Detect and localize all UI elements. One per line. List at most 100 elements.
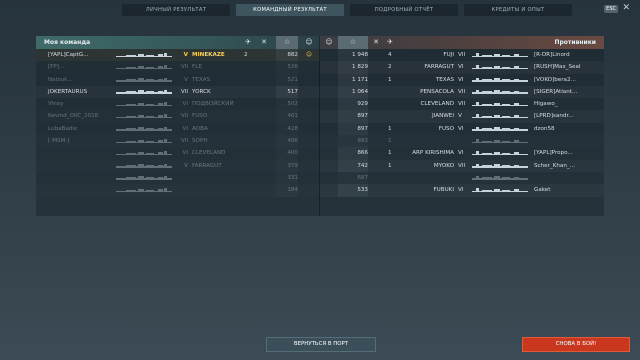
tab-detailed-report[interactable]: ПОДРОБНЫЙ ОТЧЁТ (350, 4, 458, 16)
ship-name: MINEKAZE (192, 52, 225, 58)
ship-name: YORCK (192, 88, 211, 95)
player-name: [VOKO]bera2... (534, 76, 576, 83)
table-row[interactable]: 883 1 (320, 135, 604, 148)
score-value: 400 (276, 147, 298, 160)
ship-silhouette-icon (472, 188, 528, 193)
table-row[interactable]: VI CLEVELAND 400 (36, 147, 320, 160)
kills-icon[interactable]: ✕ (370, 36, 382, 49)
ship-name: CLEVELAND (192, 150, 226, 157)
kills-value: 1 (388, 125, 392, 132)
ship-name: TEXAS (192, 76, 211, 83)
ship-silhouette-icon (116, 102, 172, 107)
player-name: dzon58 (534, 125, 555, 132)
score-value: 882 (276, 49, 298, 62)
rating-icon[interactable]: ☺ (302, 36, 316, 49)
player-name: [LPRD]sandr... (534, 113, 574, 120)
ship-silhouette-icon (472, 139, 528, 144)
kills-value: 1 (388, 150, 392, 157)
score-value: 461 (276, 110, 298, 123)
ship-tier: VI (458, 150, 464, 157)
table-row[interactable]: Vinoy VI ПОДВОЙСКИЙ 502 (36, 98, 320, 111)
score-value: 533 (338, 184, 368, 197)
ship-name: TEXAS (435, 76, 454, 83)
kills-icon[interactable]: ✕ (258, 36, 270, 49)
ship-silhouette-icon (116, 175, 172, 180)
table-row[interactable]: 742 1 MYOKO VII Scher_Khan_... (320, 159, 604, 172)
player-name: LubaBadix (48, 125, 78, 132)
table-row[interactable]: 897 1 FUSO VI dzon58 (320, 122, 604, 136)
ship-silhouette-icon (116, 114, 172, 119)
ship-name: FUSO (192, 113, 208, 120)
ship-name: FUSO (438, 125, 454, 132)
ship-tier: V (183, 52, 188, 58)
table-row[interactable]: 1 064 PENSACOLA VII [SIGER]Atlant... (320, 85, 604, 99)
ship-tier: VII (180, 88, 188, 95)
ship-silhouette-icon (116, 53, 172, 57)
table-row[interactable]: 929 CLEVELAND VII Higawo_ (320, 98, 604, 111)
tab-personal-result[interactable]: ЛИЧНЫЙ РЕЗУЛЬТАТ (122, 4, 230, 16)
kills-value: 2 (244, 52, 248, 58)
score-value: 517 (276, 85, 298, 99)
battle-again-button[interactable]: СНОВА В БОЙ! (522, 337, 630, 352)
player-name: Higawo_ (534, 101, 558, 108)
ship-name: FARRAGUT (424, 64, 454, 71)
ship-name: FUJI (443, 52, 454, 58)
ship-name: FUBUKI (433, 187, 454, 194)
enemy-team-title: Противники (554, 39, 596, 46)
ship-name: FARRAGUT (192, 162, 222, 169)
enemy-team-panel: ☺ ☆ ✕ ✈ Противники 1 948 4 FUJI VII [R-DR]Li… (320, 36, 604, 216)
ship-tier: V (184, 76, 188, 83)
table-row[interactable]: JOKERTAURUS VII YORCK 517 (36, 85, 320, 99)
player-name: [-MSM-] (48, 138, 70, 145)
esc-hint: ESC (604, 5, 618, 13)
table-row[interactable]: 1 948 4 FUJI VII [R-DR]Linord (320, 49, 604, 62)
kills-value: 1 (388, 162, 392, 169)
table-row[interactable]: 331 (36, 171, 320, 185)
table-row[interactable]: 184 (36, 184, 320, 197)
ship-tier: VII (458, 88, 466, 95)
table-row[interactable]: 687 (320, 171, 604, 185)
rating-icon[interactable]: ☺ (322, 36, 336, 49)
score-star-icon[interactable]: ☆ (338, 36, 368, 49)
ship-tier: VI (182, 125, 188, 132)
table-row[interactable]: 1 171 1 TEXAS VI [VOKO]bera2... (320, 73, 604, 86)
score-value: 428 (276, 122, 298, 136)
ship-silhouette-icon (116, 77, 172, 82)
table-row[interactable]: 533 FUBUKI VI Gaket (320, 184, 604, 197)
player-name: [SIGER]Atlant... (534, 88, 578, 95)
table-row[interactable]: V FARRAGUT 379 (36, 159, 320, 172)
score-value: 929 (338, 98, 368, 111)
table-row[interactable]: Natsuk... V TEXAS 521 (36, 73, 320, 86)
score-value: 1 829 (338, 61, 368, 74)
tab-bar: ЛИЧНЫЙ РЕЗУЛЬТАТ КОМАНДНЫЙ РЕЗУЛЬТАТ ПОД… (122, 4, 578, 16)
close-icon[interactable]: ✕ (622, 3, 630, 13)
ship-name: JIANWEI (431, 113, 454, 120)
player-name: [RUSH]Max_Seal (534, 64, 581, 71)
plane-icon[interactable]: ✈ (242, 36, 254, 49)
table-row[interactable]: [FP]... VII FLE 536 (36, 61, 320, 74)
plane-icon[interactable]: ✈ (384, 36, 396, 49)
table-row[interactable]: 1 829 2 FARRAGUT VI [RUSH]Max_Seal (320, 61, 604, 74)
ship-silhouette-icon (472, 126, 528, 131)
table-row[interactable]: LubaBadix VI AOBA 428 (36, 122, 320, 136)
score-value: 536 (276, 61, 298, 74)
ship-tier: VI (182, 150, 188, 157)
tab-credits-xp[interactable]: КРЕДИТЫ И ОПЫТ (464, 4, 572, 16)
enemy-team-header: ☺ ☆ ✕ ✈ Противники (320, 36, 604, 49)
table-row[interactable]: [YAPL]CaptG... V MINEKAZE 2 882 ☺ (36, 49, 320, 62)
table-row[interactable]: Kevind_OIIC_2018 VII FUSO 461 (36, 110, 320, 123)
ship-silhouette-icon (472, 114, 528, 119)
score-value: 406 (276, 135, 298, 148)
ship-name: PENSACOLA (420, 88, 454, 95)
table-row[interactable]: [-MSM-] VII SOPH 406 (36, 135, 320, 148)
kills-value: 2 (388, 64, 392, 71)
score-star-icon[interactable]: ☆ (276, 36, 298, 49)
ship-tier: VII (458, 101, 466, 108)
table-row[interactable]: 866 1 ARP KIRISHIMA VI [YAPL]Propo... (320, 147, 604, 160)
ship-name: ARP KIRISHIMA (412, 150, 454, 157)
return-to-port-button[interactable]: ВЕРНУТЬСЯ В ПОРТ (266, 337, 376, 352)
table-row[interactable]: 897 JIANWEI V [LPRD]sandr... (320, 110, 604, 123)
tab-team-result[interactable]: КОМАНДНЫЙ РЕЗУЛЬТАТ (236, 4, 344, 16)
ship-silhouette-icon (116, 126, 172, 131)
ship-tier: V (184, 162, 188, 169)
